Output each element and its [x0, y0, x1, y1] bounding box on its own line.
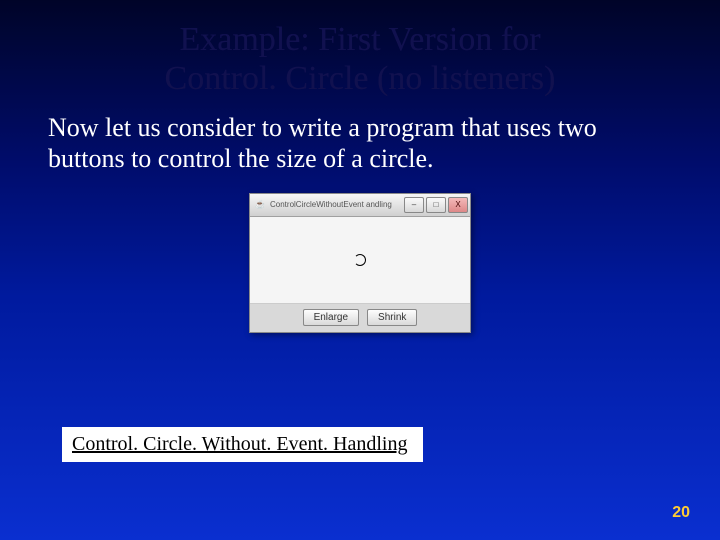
app-window: ☕ ControlCircleWithoutEvent andling – □ … [249, 193, 471, 333]
close-button[interactable]: X [448, 197, 468, 213]
circle-shape [354, 254, 366, 266]
maximize-button[interactable]: □ [426, 197, 446, 213]
title-line-1: Example: First Version for [179, 21, 540, 58]
enlarge-button[interactable]: Enlarge [303, 309, 359, 326]
titlebar: ☕ ControlCircleWithoutEvent andling – □ … [250, 194, 470, 217]
source-link[interactable]: Control. Circle. Without. Event. Handlin… [62, 427, 423, 462]
title-line-2: Control. Circle (no listeners) [165, 60, 556, 97]
page-number: 20 [672, 504, 690, 522]
minimize-button[interactable]: – [404, 197, 424, 213]
shrink-button[interactable]: Shrink [367, 309, 417, 326]
canvas-area [250, 217, 470, 304]
window-controls: – □ X [404, 197, 468, 213]
slide: Example: First Version for Control. Circ… [0, 0, 720, 540]
body-text: Now let us consider to write a program t… [0, 98, 720, 174]
button-bar: Enlarge Shrink [250, 304, 470, 332]
window-caption: ControlCircleWithoutEvent andling [270, 200, 404, 209]
java-icon: ☕ [254, 199, 266, 211]
slide-title: Example: First Version for Control. Circ… [0, 0, 720, 98]
